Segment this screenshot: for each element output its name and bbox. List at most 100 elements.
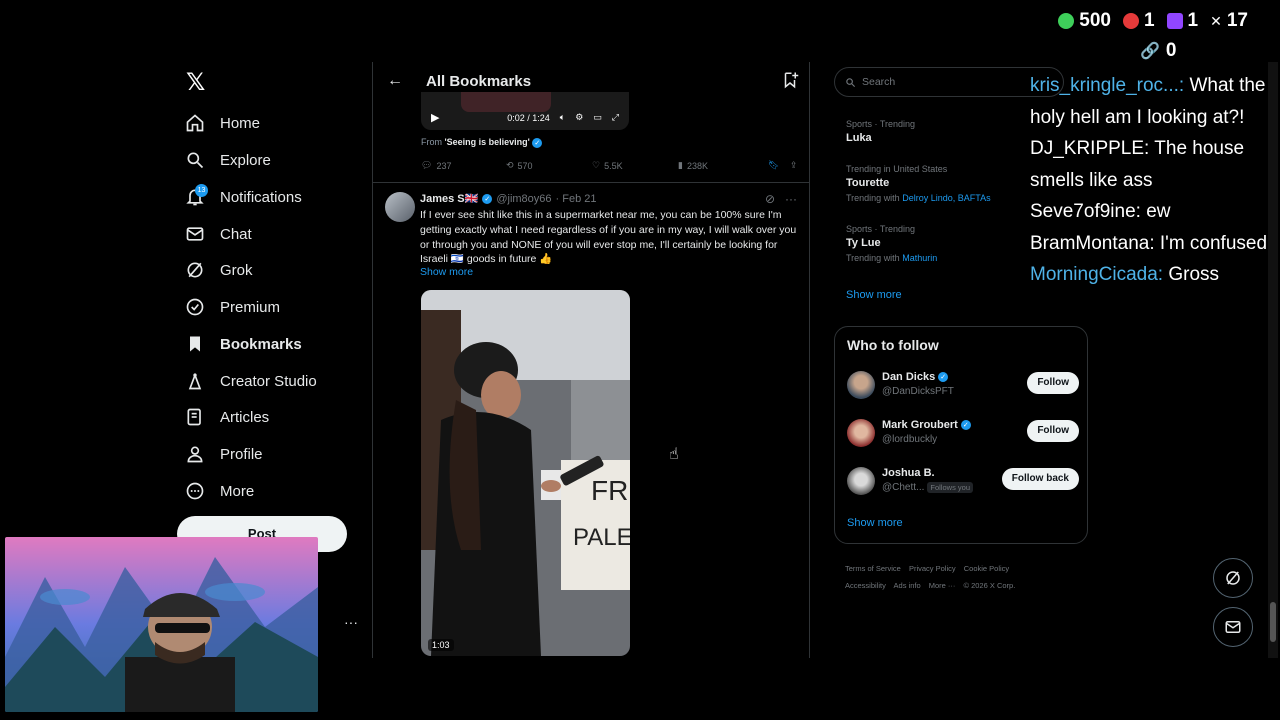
search-icon — [846, 77, 856, 87]
follow-back-button[interactable]: Follow back — [1001, 468, 1079, 490]
trends-panel: Sports · Trending Luka Trending in Unite… — [834, 104, 1034, 316]
link-icon: 🔗 — [1140, 43, 1160, 60]
mouse-cursor-icon: ☝︎ — [669, 446, 679, 463]
bookmark-icon — [184, 333, 206, 355]
fullscreen-icon[interactable]: ⤢ — [612, 112, 619, 123]
video-player-2[interactable]: FR PALE — [421, 290, 630, 656]
webcam-image — [5, 537, 318, 712]
x-logo-icon[interactable]: 𝕏 — [186, 71, 208, 95]
grok-icon — [184, 259, 206, 281]
divider — [373, 182, 809, 183]
author-handle[interactable]: @jim8oy66 — [496, 193, 551, 205]
like-button[interactable]: ♡ 5.5K — [592, 160, 678, 171]
links-stat: 🔗 0 — [1140, 40, 1177, 61]
svg-text:PALE: PALE — [573, 524, 630, 551]
webcam-overlay — [5, 537, 318, 712]
more-circle-icon — [184, 480, 206, 502]
bookmark-filled-icon: 🔖︎ — [768, 160, 780, 170]
tweet-header: James S🇬🇧 ✓ @jim8oy66 · Feb 21 — [420, 192, 597, 206]
more-dots-icon[interactable]: ··· — [785, 192, 797, 206]
grok-icon — [1226, 571, 1240, 585]
bookmark-button[interactable]: 🔖︎ — [768, 160, 790, 171]
follows-you-badge: Follows you — [927, 482, 973, 493]
scrollbar-thumb[interactable] — [1270, 602, 1276, 642]
nav-home[interactable]: Home — [184, 108, 260, 138]
avatar[interactable] — [385, 192, 415, 222]
person-icon — [184, 443, 206, 465]
heart-icon: ♡ — [592, 160, 601, 170]
views-button[interactable]: ▮ 238K — [678, 160, 768, 171]
x-icon: ✕ — [1210, 12, 1222, 29]
account-more-dots[interactable]: ··· — [344, 614, 358, 630]
trend-item[interactable]: Sports · Trending Ty Lue Trending with M… — [846, 224, 937, 263]
chat-username: Seve7of9ine: — [1030, 201, 1141, 222]
mail-icon — [184, 223, 206, 245]
views-stat: 500 — [1058, 10, 1111, 32]
add-bookmark-folder-icon[interactable] — [781, 71, 799, 94]
settings-icon[interactable]: ⚙︎ — [575, 112, 583, 123]
premium-check-icon — [184, 296, 206, 318]
tweet-text: If I ever see shit like this in a superm… — [420, 209, 797, 266]
footer-link[interactable]: Ads info — [894, 581, 921, 590]
footer-link[interactable]: Privacy Policy — [909, 564, 956, 573]
repost-icon: ⟲ — [506, 160, 514, 170]
nav-grok[interactable]: Grok — [184, 255, 253, 285]
creator-studio-icon — [184, 370, 206, 392]
back-arrow-icon[interactable]: ← — [387, 72, 403, 90]
footer-link[interactable]: Cookie Policy — [964, 564, 1009, 573]
footer-link[interactable]: Terms of Service — [845, 564, 901, 573]
chat-message: MorningCicada: Gross — [1030, 264, 1220, 285]
footer-link[interactable]: More ··· — [929, 581, 956, 590]
show-more-link[interactable]: Show more — [420, 266, 473, 278]
top-bar: ← All Bookmarks — [373, 62, 809, 102]
page-scrollbar[interactable] — [1268, 62, 1278, 658]
nav-profile[interactable]: Profile — [184, 439, 263, 469]
follow-button[interactable]: Follow — [1027, 372, 1079, 394]
chat-username: MorningCicada: — [1030, 264, 1164, 285]
stream-chat-overlay: kris_kringle_roc...: What the holy hell … — [1030, 70, 1270, 291]
nav-premium[interactable]: Premium — [184, 292, 280, 322]
reply-button[interactable]: 💬︎ 237 — [421, 160, 506, 171]
verified-badge-icon: ✓ — [532, 138, 543, 148]
repost-button[interactable]: ⟲ 570 — [506, 160, 592, 171]
volume-icon[interactable]: 🔈︎ — [560, 112, 565, 123]
nav-more[interactable]: More — [184, 476, 254, 506]
notification-badge: 13 — [195, 184, 208, 197]
tweet-date[interactable]: · Feb 21 — [556, 193, 597, 205]
nav-explore[interactable]: Explore — [184, 145, 271, 175]
avatar[interactable] — [847, 467, 875, 495]
footer-links: Terms of Service Privacy Policy Cookie P… — [845, 560, 1085, 594]
nav-creator-studio[interactable]: Creator Studio — [184, 366, 317, 396]
author-name[interactable]: James S🇬🇧 — [420, 192, 478, 205]
share-button[interactable]: ⇪ — [790, 160, 798, 171]
who-to-follow-panel: Who to follow Dan Dicks ✓ @DanDicksPFT Fo… — [834, 326, 1088, 544]
trend-item[interactable]: Trending in United States Tourette Trend… — [846, 164, 991, 203]
tweet-top-icons: ⊘ ··· — [765, 192, 797, 206]
nav-bookmarks[interactable]: Bookmarks — [184, 329, 302, 359]
nav-articles[interactable]: Articles — [184, 402, 269, 432]
nav-chat[interactable]: Chat — [184, 219, 252, 249]
suggested-user[interactable]: Dan Dicks ✓ @DanDicksPFT Follow — [847, 369, 1079, 403]
video-controls: ▶ 0:02 / 1:24 🔈︎ ⚙︎ ▭ ⤢ — [431, 111, 619, 124]
footer-link[interactable]: Accessibility — [845, 581, 886, 590]
play-icon[interactable]: ▶ — [431, 111, 439, 124]
video-source-name[interactable]: 'Seeing is believing' — [445, 137, 530, 147]
suggested-user[interactable]: Joshua B. @Chett... Follows you Follow ba… — [847, 465, 1079, 499]
pip-icon[interactable]: ▭ — [593, 112, 602, 123]
copyright: © 2026 X Corp. — [963, 581, 1016, 590]
tweet-actions: 💬︎ 237 ⟲ 570 ♡ 5.5K ▮ 238K 🔖︎ ⇪ — [421, 160, 801, 171]
chat-username: DJ_KRIPPLE: — [1030, 138, 1150, 159]
trends-show-more[interactable]: Show more — [846, 289, 902, 301]
trend-item[interactable]: Sports · Trending Luka — [846, 119, 915, 144]
chat-message: Seve7of9ine: ew — [1030, 201, 1171, 222]
grok-float-button[interactable] — [1213, 558, 1253, 598]
mail-icon — [1225, 621, 1241, 633]
who-to-follow-show-more[interactable]: Show more — [847, 517, 903, 529]
messages-float-button[interactable] — [1213, 607, 1253, 647]
grok-icon[interactable]: ⊘ — [765, 192, 775, 206]
avatar[interactable] — [847, 371, 875, 399]
play-icon — [1058, 13, 1075, 29]
follow-button[interactable]: Follow — [1027, 420, 1079, 442]
avatar[interactable] — [847, 419, 875, 447]
suggested-user[interactable]: Mark Groubert ✓ @lordbuckly Follow — [847, 417, 1079, 451]
